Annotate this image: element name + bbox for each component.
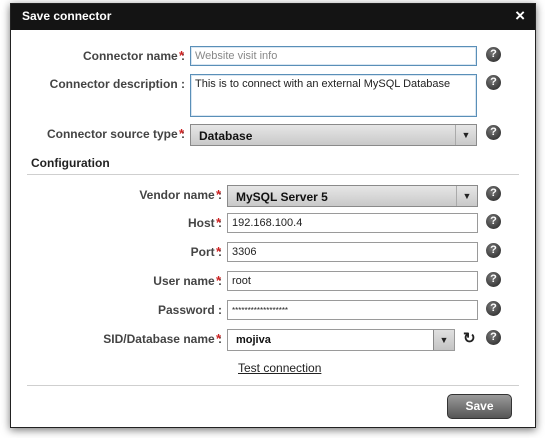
host-row: Host : * 192.168.100.4 ?: [11, 212, 535, 234]
divider: [27, 174, 519, 175]
help-icon[interactable]: ?: [486, 186, 501, 201]
test-connection-link[interactable]: Test connection: [238, 361, 321, 375]
vendor-select[interactable]: MySQL Server 5 ▼: [227, 185, 478, 207]
dialog-titlebar: Save connector ×: [11, 4, 535, 30]
help-icon[interactable]: ?: [486, 47, 501, 62]
vendor-label: Vendor name :: [139, 188, 222, 202]
required-marker: *: [216, 187, 222, 202]
refresh-icon[interactable]: ↻: [463, 329, 476, 347]
connector-description-row: Connector description : This is to conne…: [11, 73, 535, 119]
divider: [27, 385, 519, 386]
required-marker: *: [216, 273, 222, 288]
sid-row: SID/Database name : * mojiva ▼ ↻ ?: [11, 328, 535, 351]
source-type-label: Connector source type :: [46, 127, 185, 141]
source-type-value: Database: [199, 129, 253, 143]
configuration-heading: Configuration: [31, 156, 110, 170]
help-icon[interactable]: ?: [486, 243, 501, 258]
vendor-row: Vendor name : * MySQL Server 5 ▼ ?: [11, 184, 535, 207]
required-marker: *: [216, 331, 222, 346]
password-input[interactable]: ******************: [227, 300, 478, 320]
sid-value: mojiva: [236, 334, 271, 346]
save-button[interactable]: Save: [447, 394, 512, 419]
help-icon[interactable]: ?: [486, 214, 501, 229]
chevron-down-icon[interactable]: ▼: [456, 186, 477, 206]
connector-name-input[interactable]: Website visit info: [190, 46, 477, 66]
port-input[interactable]: 3306: [227, 242, 478, 262]
help-icon[interactable]: ?: [486, 301, 501, 316]
username-label: User name :: [153, 274, 222, 288]
chevron-down-icon[interactable]: ▼: [455, 125, 476, 145]
close-icon[interactable]: ×: [515, 6, 525, 26]
host-input[interactable]: 192.168.100.4: [227, 213, 478, 233]
required-marker: *: [216, 215, 222, 230]
source-type-row: Connector source type : * Database ▼ ?: [11, 123, 535, 146]
sid-combobox[interactable]: mojiva ▼: [227, 329, 455, 351]
required-marker: *: [179, 126, 185, 141]
connector-description-label: Connector description :: [49, 77, 185, 91]
port-row: Port : * 3306 ?: [11, 241, 535, 263]
connector-name-label: Connector name :: [82, 49, 185, 63]
help-icon[interactable]: ?: [486, 125, 501, 140]
chevron-down-icon[interactable]: ▼: [433, 330, 454, 350]
username-row: User name : * root ?: [11, 270, 535, 292]
password-row: Password : ****************** ?: [11, 299, 535, 321]
connector-name-row: Connector name : * Website visit info ?: [11, 45, 535, 67]
save-connector-dialog: Save connector × Connector name : * Webs…: [10, 3, 536, 428]
help-icon[interactable]: ?: [486, 75, 501, 90]
help-icon[interactable]: ?: [486, 272, 501, 287]
vendor-value: MySQL Server 5: [236, 190, 328, 204]
sid-label: SID/Database name :: [103, 332, 222, 346]
dialog-title: Save connector: [22, 9, 112, 23]
required-marker: *: [216, 244, 222, 259]
password-label: Password :: [157, 303, 222, 317]
connector-description-textarea[interactable]: This is to connect with an external MySQ…: [190, 74, 477, 117]
username-input[interactable]: root: [227, 271, 478, 291]
source-type-select[interactable]: Database ▼: [190, 124, 477, 146]
required-marker: *: [179, 48, 185, 63]
help-icon[interactable]: ?: [486, 330, 501, 345]
